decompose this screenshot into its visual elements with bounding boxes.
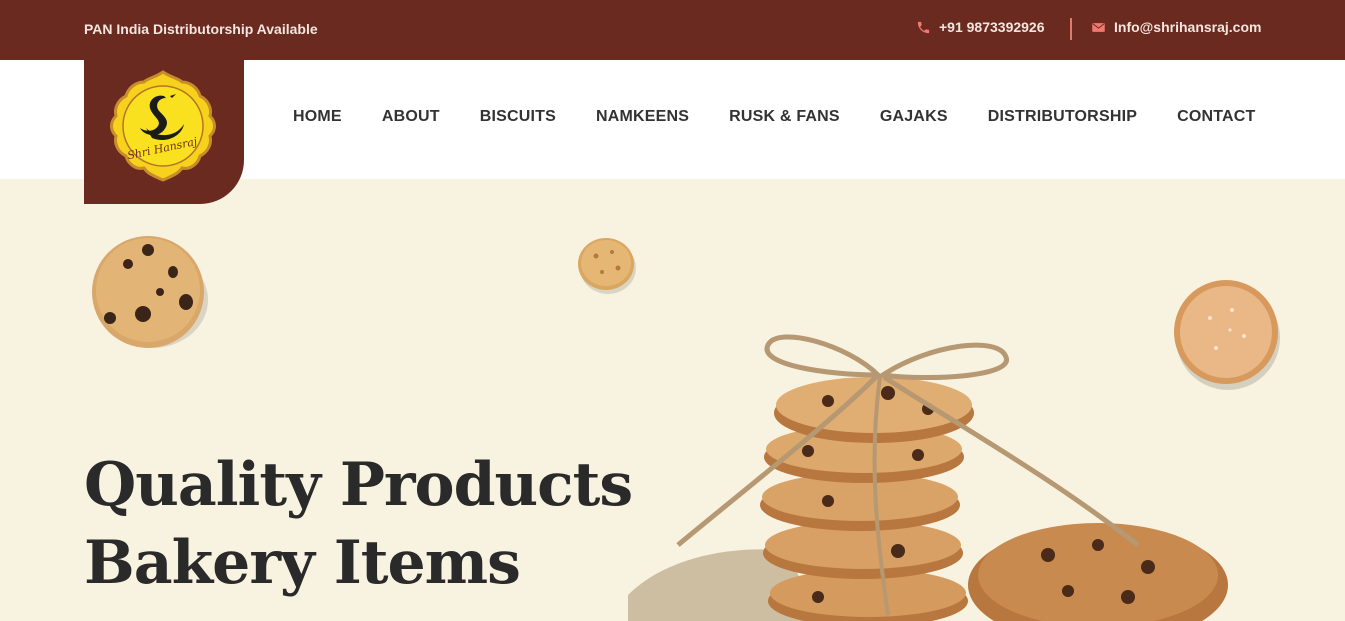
hero-title-line1: Quality Products xyxy=(84,450,633,520)
nav-gajaks[interactable]: GAJAKS xyxy=(880,108,948,126)
nav-rusk-fans[interactable]: RUSK & FANS xyxy=(729,108,840,126)
hero-title-line2: Bakery Items xyxy=(84,528,521,598)
distributorship-notice: PAN India Distributorship Available xyxy=(84,21,318,37)
shri-hansraj-logo[interactable]: Shri Hansraj xyxy=(106,68,220,182)
phone-number[interactable]: +91 9873392926 xyxy=(939,19,1045,35)
phone-contact[interactable]: +91 9873392926 xyxy=(916,19,1045,35)
chocolate-chip-cookie-image xyxy=(92,236,208,348)
top-bar: PAN India Distributorship Available +91 … xyxy=(0,0,1345,60)
cookie-stack-image xyxy=(628,334,1228,621)
email-address[interactable]: Info@shrihansraj.com xyxy=(1114,19,1261,35)
nav-home[interactable]: HOME xyxy=(293,108,342,126)
nav-biscuits[interactable]: BISCUITS xyxy=(480,108,556,126)
nav-contact[interactable]: CONTACT xyxy=(1177,108,1255,126)
phone-icon xyxy=(917,21,930,33)
nav-about[interactable]: ABOUT xyxy=(382,108,440,126)
main-nav: HOME ABOUT BISCUITS NAMKEENS RUSK & FANS… xyxy=(293,108,1296,126)
hero-title: Quality Products Bakery Items xyxy=(84,446,633,602)
contact-divider xyxy=(1070,18,1072,40)
nav-distributorship[interactable]: DISTRIBUTORSHIP xyxy=(988,108,1137,126)
oat-cookie-image xyxy=(578,238,636,294)
mail-icon xyxy=(1092,22,1105,32)
logo-container[interactable]: Shri Hansraj xyxy=(84,60,244,204)
email-contact[interactable]: Info@shrihansraj.com xyxy=(1091,19,1261,35)
nav-namkeens[interactable]: NAMKEENS xyxy=(596,108,689,126)
